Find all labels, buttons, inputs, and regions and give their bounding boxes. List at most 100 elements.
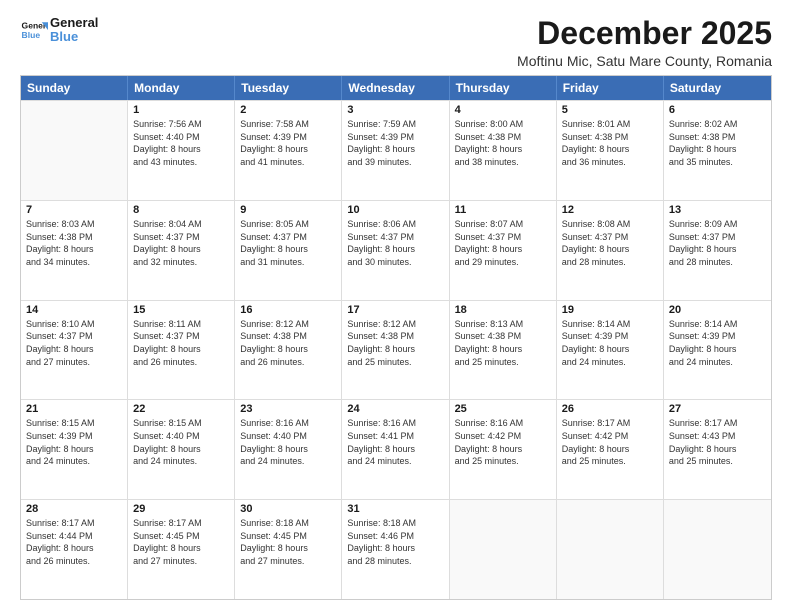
day-number: 10 bbox=[347, 204, 443, 216]
day-number: 14 bbox=[26, 304, 122, 316]
day-number: 16 bbox=[240, 304, 336, 316]
calendar: SundayMondayTuesdayWednesdayThursdayFrid… bbox=[20, 75, 772, 600]
day-number: 11 bbox=[455, 204, 551, 216]
day-number: 15 bbox=[133, 304, 229, 316]
day-info: Sunrise: 8:06 AM Sunset: 4:37 PM Dayligh… bbox=[347, 218, 443, 268]
day-cell-13: 13 Sunrise: 8:09 AM Sunset: 4:37 PM Dayli… bbox=[664, 201, 771, 300]
day-info: Sunrise: 8:07 AM Sunset: 4:37 PM Dayligh… bbox=[455, 218, 551, 268]
day-number: 9 bbox=[240, 204, 336, 216]
day-cell-1: 1 Sunrise: 7:56 AM Sunset: 4:40 PM Daylig… bbox=[128, 101, 235, 200]
day-cell-23: 23Sunrise: 8:16 AM Sunset: 4:40 PM Dayli… bbox=[235, 400, 342, 499]
day-info: Sunrise: 8:08 AM Sunset: 4:37 PM Dayligh… bbox=[562, 218, 658, 268]
day-info: Sunrise: 8:00 AM Sunset: 4:38 PM Dayligh… bbox=[455, 118, 551, 168]
col-header-wednesday: Wednesday bbox=[342, 76, 449, 100]
logo-icon: General Blue bbox=[20, 16, 48, 44]
day-info: Sunrise: 8:02 AM Sunset: 4:38 PM Dayligh… bbox=[669, 118, 766, 168]
day-number: 27 bbox=[669, 403, 766, 415]
day-number: 1 bbox=[133, 104, 229, 116]
day-number: 25 bbox=[455, 403, 551, 415]
week-row-1: 1 Sunrise: 7:56 AM Sunset: 4:40 PM Daylig… bbox=[21, 100, 771, 200]
day-number: 6 bbox=[669, 104, 766, 116]
day-cell-21: 21Sunrise: 8:15 AM Sunset: 4:39 PM Dayli… bbox=[21, 400, 128, 499]
day-number: 17 bbox=[347, 304, 443, 316]
day-cell-22: 22Sunrise: 8:15 AM Sunset: 4:40 PM Dayli… bbox=[128, 400, 235, 499]
day-cell-30: 30Sunrise: 8:18 AM Sunset: 4:45 PM Dayli… bbox=[235, 500, 342, 599]
day-cell-19: 19Sunrise: 8:14 AM Sunset: 4:39 PM Dayli… bbox=[557, 301, 664, 400]
day-info: Sunrise: 8:16 AM Sunset: 4:42 PM Dayligh… bbox=[455, 417, 551, 467]
day-cell-2: 2Sunrise: 7:58 AM Sunset: 4:39 PM Daylig… bbox=[235, 101, 342, 200]
col-header-tuesday: Tuesday bbox=[235, 76, 342, 100]
calendar-page: General Blue General Blue December 2025 … bbox=[0, 0, 792, 612]
col-header-monday: Monday bbox=[128, 76, 235, 100]
day-info: Sunrise: 8:17 AM Sunset: 4:44 PM Dayligh… bbox=[26, 517, 122, 567]
day-info: Sunrise: 8:04 AM Sunset: 4:37 PM Dayligh… bbox=[133, 218, 229, 268]
day-info: Sunrise: 8:05 AM Sunset: 4:37 PM Dayligh… bbox=[240, 218, 336, 268]
day-cell-17: 17 Sunrise: 8:12 AM Sunset: 4:38 PM Dayli… bbox=[342, 301, 449, 400]
day-number: 13 bbox=[669, 204, 766, 216]
day-info: Sunrise: 8:01 AM Sunset: 4:38 PM Dayligh… bbox=[562, 118, 658, 168]
day-cell-14: 14 Sunrise: 8:10 AM Sunset: 4:37 PM Dayli… bbox=[21, 301, 128, 400]
day-number: 31 bbox=[347, 503, 443, 515]
subtitle: Moftinu Mic, Satu Mare County, Romania bbox=[517, 53, 772, 69]
day-cell-31: 31 Sunrise: 8:18 AM Sunset: 4:46 PM Dayli… bbox=[342, 500, 449, 599]
logo-line1: General bbox=[50, 16, 98, 30]
day-number: 7 bbox=[26, 204, 122, 216]
day-info: Sunrise: 8:18 AM Sunset: 4:46 PM Dayligh… bbox=[347, 517, 443, 567]
calendar-header: SundayMondayTuesdayWednesdayThursdayFrid… bbox=[21, 76, 771, 100]
day-cell-26: 26Sunrise: 8:17 AM Sunset: 4:42 PM Dayli… bbox=[557, 400, 664, 499]
day-info: Sunrise: 8:14 AM Sunset: 4:39 PM Dayligh… bbox=[669, 318, 766, 368]
week-row-4: 21Sunrise: 8:15 AM Sunset: 4:39 PM Dayli… bbox=[21, 399, 771, 499]
day-cell-4: 4Sunrise: 8:00 AM Sunset: 4:38 PM Daylig… bbox=[450, 101, 557, 200]
col-header-thursday: Thursday bbox=[450, 76, 557, 100]
day-info: Sunrise: 8:11 AM Sunset: 4:37 PM Dayligh… bbox=[133, 318, 229, 368]
day-number: 19 bbox=[562, 304, 658, 316]
day-number: 28 bbox=[26, 503, 122, 515]
day-info: Sunrise: 8:16 AM Sunset: 4:41 PM Dayligh… bbox=[347, 417, 443, 467]
col-header-saturday: Saturday bbox=[664, 76, 771, 100]
day-info: Sunrise: 8:17 AM Sunset: 4:45 PM Dayligh… bbox=[133, 517, 229, 567]
col-header-friday: Friday bbox=[557, 76, 664, 100]
day-cell-5: 5 Sunrise: 8:01 AM Sunset: 4:38 PM Daylig… bbox=[557, 101, 664, 200]
day-cell-20: 20 Sunrise: 8:14 AM Sunset: 4:39 PM Dayli… bbox=[664, 301, 771, 400]
day-cell-10: 10 Sunrise: 8:06 AM Sunset: 4:37 PM Dayli… bbox=[342, 201, 449, 300]
day-info: Sunrise: 7:59 AM Sunset: 4:39 PM Dayligh… bbox=[347, 118, 443, 168]
week-row-5: 28 Sunrise: 8:17 AM Sunset: 4:44 PM Dayli… bbox=[21, 499, 771, 599]
calendar-body: 1 Sunrise: 7:56 AM Sunset: 4:40 PM Daylig… bbox=[21, 100, 771, 599]
day-info: Sunrise: 8:13 AM Sunset: 4:38 PM Dayligh… bbox=[455, 318, 551, 368]
day-number: 23 bbox=[240, 403, 336, 415]
day-cell-11: 11 Sunrise: 8:07 AM Sunset: 4:37 PM Dayli… bbox=[450, 201, 557, 300]
day-number: 20 bbox=[669, 304, 766, 316]
day-info: Sunrise: 8:10 AM Sunset: 4:37 PM Dayligh… bbox=[26, 318, 122, 368]
day-number: 30 bbox=[240, 503, 336, 515]
day-number: 5 bbox=[562, 104, 658, 116]
day-cell-9: 9 Sunrise: 8:05 AM Sunset: 4:37 PM Daylig… bbox=[235, 201, 342, 300]
day-number: 26 bbox=[562, 403, 658, 415]
day-number: 22 bbox=[133, 403, 229, 415]
week-row-3: 14 Sunrise: 8:10 AM Sunset: 4:37 PM Dayli… bbox=[21, 300, 771, 400]
day-cell-12: 12 Sunrise: 8:08 AM Sunset: 4:37 PM Dayli… bbox=[557, 201, 664, 300]
empty-cell bbox=[450, 500, 557, 599]
day-cell-18: 18 Sunrise: 8:13 AM Sunset: 4:38 PM Dayli… bbox=[450, 301, 557, 400]
logo: General Blue General Blue bbox=[20, 16, 98, 45]
day-cell-24: 24Sunrise: 8:16 AM Sunset: 4:41 PM Dayli… bbox=[342, 400, 449, 499]
day-cell-28: 28 Sunrise: 8:17 AM Sunset: 4:44 PM Dayli… bbox=[21, 500, 128, 599]
page-header: General Blue General Blue December 2025 … bbox=[20, 16, 772, 69]
empty-cell bbox=[664, 500, 771, 599]
day-info: Sunrise: 8:09 AM Sunset: 4:37 PM Dayligh… bbox=[669, 218, 766, 268]
empty-cell bbox=[21, 101, 128, 200]
day-cell-25: 25 Sunrise: 8:16 AM Sunset: 4:42 PM Dayli… bbox=[450, 400, 557, 499]
day-info: Sunrise: 8:12 AM Sunset: 4:38 PM Dayligh… bbox=[240, 318, 336, 368]
day-info: Sunrise: 7:56 AM Sunset: 4:40 PM Dayligh… bbox=[133, 118, 229, 168]
day-number: 2 bbox=[240, 104, 336, 116]
day-number: 12 bbox=[562, 204, 658, 216]
day-cell-3: 3 Sunrise: 7:59 AM Sunset: 4:39 PM Daylig… bbox=[342, 101, 449, 200]
day-info: Sunrise: 8:12 AM Sunset: 4:38 PM Dayligh… bbox=[347, 318, 443, 368]
day-number: 18 bbox=[455, 304, 551, 316]
logo-line2: Blue bbox=[50, 30, 98, 44]
title-block: December 2025 Moftinu Mic, Satu Mare Cou… bbox=[517, 16, 772, 69]
day-number: 29 bbox=[133, 503, 229, 515]
day-number: 8 bbox=[133, 204, 229, 216]
day-cell-16: 16 Sunrise: 8:12 AM Sunset: 4:38 PM Dayli… bbox=[235, 301, 342, 400]
week-row-2: 7Sunrise: 8:03 AM Sunset: 4:38 PM Daylig… bbox=[21, 200, 771, 300]
day-number: 3 bbox=[347, 104, 443, 116]
